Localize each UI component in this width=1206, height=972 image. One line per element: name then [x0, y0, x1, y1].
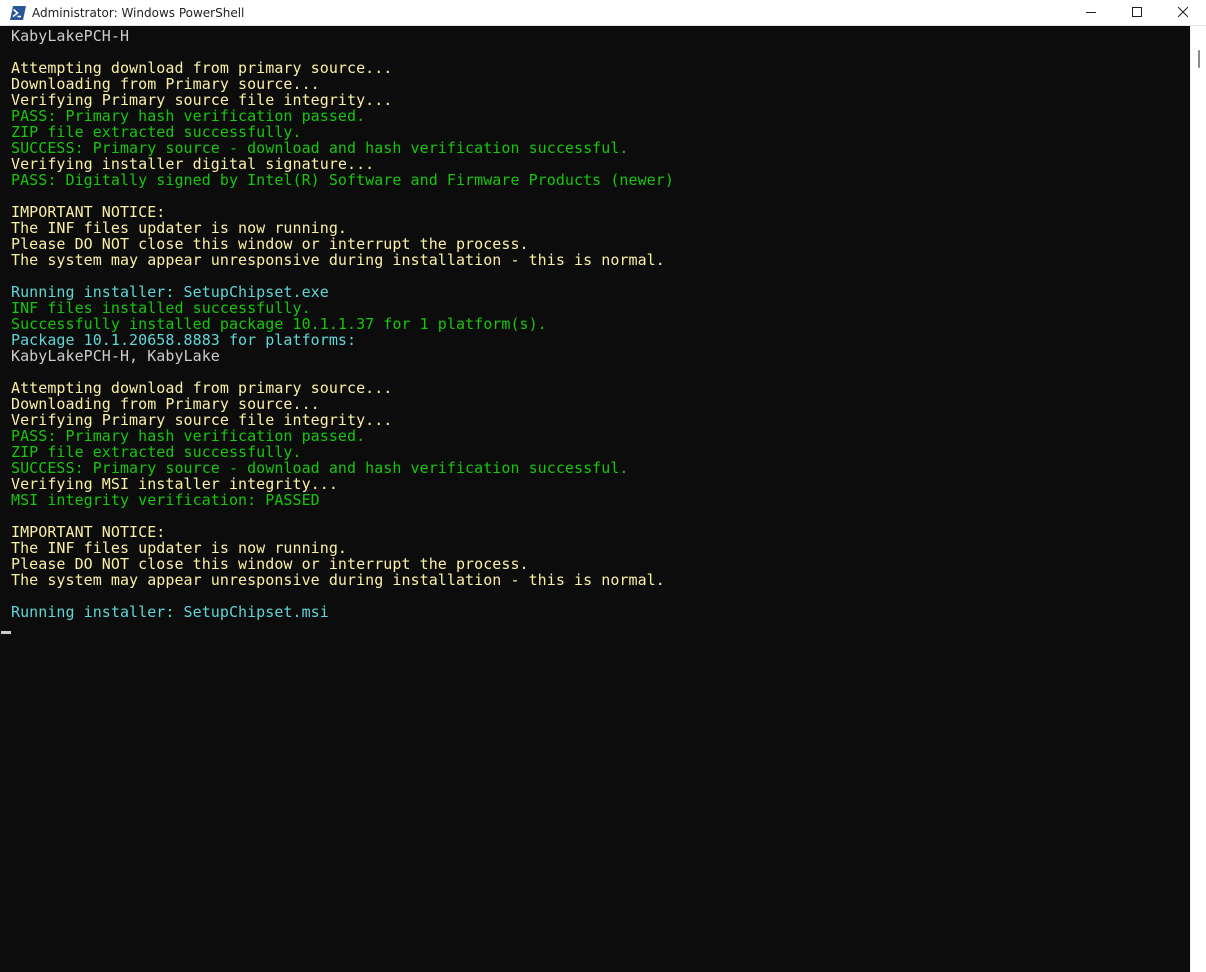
console-line: The INF files updater is now running. — [11, 539, 347, 557]
maximize-button[interactable] — [1114, 0, 1160, 26]
vertical-scrollbar[interactable] — [1190, 26, 1206, 972]
console-line: Please DO NOT close this window or inter… — [11, 555, 529, 573]
close-icon — [1177, 4, 1189, 22]
title-bar[interactable]: Administrator: Windows PowerShell — [0, 0, 1206, 26]
console-line: IMPORTANT NOTICE: — [11, 523, 166, 541]
console-line: ZIP file extracted successfully. — [11, 443, 302, 461]
console-line: The system may appear unresponsive durin… — [11, 571, 665, 589]
console-line: KabyLakePCH-H — [11, 27, 130, 45]
console-line: Please DO NOT close this window or inter… — [11, 235, 529, 253]
console-output[interactable]: KabyLakePCH-H Attempting download from pr… — [0, 26, 1190, 972]
scrollbar-thumb[interactable] — [1198, 50, 1200, 68]
powershell-window: Administrator: Windows PowerShell KabyLa… — [0, 0, 1206, 972]
console-line: INF files installed successfully. — [11, 299, 311, 317]
console-line: Downloading from Primary source... — [11, 75, 320, 93]
console-line: Successfully installed package 10.1.1.37… — [11, 315, 547, 333]
maximize-icon — [1132, 4, 1142, 22]
minimize-icon — [1086, 4, 1096, 22]
console-line: Verifying installer digital signature... — [11, 155, 375, 173]
minimize-button[interactable] — [1068, 0, 1114, 26]
console-line: ZIP file extracted successfully. — [11, 123, 302, 141]
console-line: Running installer: SetupChipset.exe — [11, 283, 329, 301]
console-line: SUCCESS: Primary source - download and h… — [11, 459, 629, 477]
console-line: MSI integrity verification: PASSED — [11, 491, 320, 509]
window-title: Administrator: Windows PowerShell — [32, 5, 245, 20]
console-line: Verifying Primary source file integrity.… — [11, 411, 393, 429]
console-line: SUCCESS: Primary source - download and h… — [11, 139, 629, 157]
console-line: IMPORTANT NOTICE: — [11, 203, 166, 221]
console-line: The INF files updater is now running. — [11, 219, 347, 237]
console-line: Running installer: SetupChipset.msi — [11, 603, 329, 621]
console-line: KabyLakePCH-H, KabyLake — [11, 347, 220, 365]
window-controls — [1068, 0, 1206, 26]
console-line: Package 10.1.20658.8883 for platforms: — [11, 331, 357, 349]
console-line: Verifying MSI installer integrity... — [11, 475, 338, 493]
console-line: Downloading from Primary source... — [11, 395, 320, 413]
console-line: The system may appear unresponsive durin… — [11, 251, 665, 269]
console-line: PASS: Primary hash verification passed. — [11, 107, 366, 125]
close-button[interactable] — [1160, 0, 1206, 26]
console-line: PASS: Digitally signed by Intel(R) Softw… — [11, 171, 674, 189]
console-line: Attempting download from primary source.… — [11, 379, 393, 397]
text-cursor — [1, 631, 11, 634]
powershell-icon — [10, 5, 26, 21]
console-line: PASS: Primary hash verification passed. — [11, 427, 366, 445]
console-line: Verifying Primary source file integrity.… — [11, 91, 393, 109]
console-lines: KabyLakePCH-H Attempting download from pr… — [11, 28, 674, 620]
console-line: Attempting download from primary source.… — [11, 59, 393, 77]
